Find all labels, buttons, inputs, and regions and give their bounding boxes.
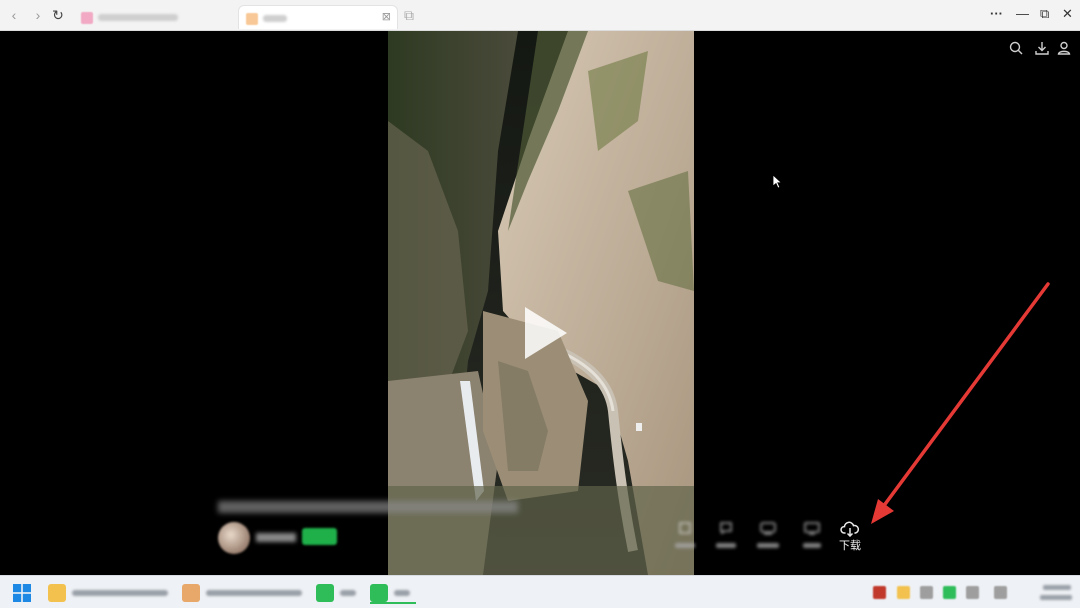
annotation-arrow [871, 282, 1050, 524]
windows-logo-icon[interactable] [13, 584, 31, 602]
windows-taskbar [0, 575, 1080, 608]
tray-volume-icon[interactable] [994, 586, 1007, 599]
restore-icon[interactable]: ⧉ [1040, 6, 1049, 22]
browser-tab-1[interactable] [74, 5, 224, 29]
close-tab-icon[interactable]: ⊠ [382, 10, 391, 23]
clock-time-blurred[interactable] [1043, 585, 1071, 590]
minimize-icon[interactable]: — [1016, 6, 1029, 21]
tab-favicon-icon [246, 13, 258, 25]
tray-app-icon[interactable] [897, 586, 910, 599]
app-icon [182, 584, 200, 602]
taskbar-app-title-blurred [206, 590, 302, 596]
forward-button[interactable]: › [30, 7, 46, 23]
chevron-left-icon: ‹ [11, 7, 17, 23]
taskbar-app-2[interactable] [182, 584, 307, 602]
clock-date-blurred[interactable] [1040, 595, 1072, 600]
more-menu-icon[interactable]: ··· [990, 6, 1003, 21]
tray-network-icon[interactable] [966, 586, 979, 599]
refresh-icon: ↻ [52, 6, 64, 23]
new-tab-icon[interactable]: ⧉ [404, 7, 414, 24]
tray-app-icon[interactable] [920, 586, 933, 599]
video-stage[interactable]: 下载 [0, 31, 1080, 575]
browser-title-bar: ‹ › ↻ ⊠ ⧉ ··· — ⧉ ✕ [0, 0, 1080, 31]
refresh-button[interactable]: ↻ [50, 7, 66, 23]
folder-icon [48, 584, 66, 602]
back-button[interactable]: ‹ [6, 7, 22, 23]
tray-app-icon[interactable] [873, 586, 886, 599]
taskbar-app-title-blurred [394, 590, 410, 596]
chevron-right-icon: › [35, 7, 41, 23]
taskbar-app-title-blurred [340, 590, 356, 596]
taskbar-app-active[interactable] [370, 584, 416, 604]
monitor-icon [370, 584, 388, 602]
tab-title-blurred [98, 14, 178, 21]
tray-app-icon[interactable] [943, 586, 956, 599]
taskbar-app-wechat[interactable] [316, 584, 362, 602]
tab-favicon-icon [81, 12, 93, 24]
close-window-icon[interactable]: ✕ [1062, 6, 1073, 22]
taskbar-app-file-explorer[interactable] [48, 584, 173, 602]
taskbar-app-title-blurred [72, 590, 168, 596]
chat-icon [316, 584, 334, 602]
browser-tab-2-active[interactable]: ⊠ [238, 5, 398, 29]
tab-title-blurred [263, 15, 287, 22]
